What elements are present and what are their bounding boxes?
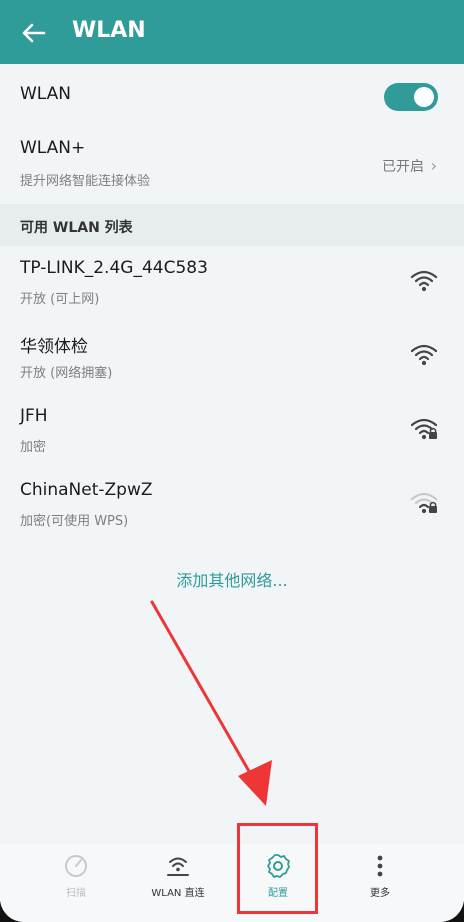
wlan-direct-label: WLAN 直连 xyxy=(151,888,205,899)
wlan-direct-icon xyxy=(167,857,189,876)
network-detail: 开放 (网络拥塞) xyxy=(20,366,113,381)
wlan-toggle-row[interactable]: WLAN xyxy=(0,64,464,128)
wifi-lock-icon xyxy=(410,418,438,440)
bottom-action-bar: 扫描 WLAN 直连 配置 更多 xyxy=(0,844,464,922)
network-row[interactable]: JFH 加密 xyxy=(0,394,464,468)
scan-icon xyxy=(65,855,87,877)
more-label: 更多 xyxy=(370,888,390,899)
network-detail: 加密(可使用 WPS) xyxy=(20,514,129,529)
network-name: ChinaNet-ZpwZ xyxy=(20,480,153,500)
wifi-signal-icon xyxy=(410,270,438,292)
settings-list: WLAN WLAN+ 提升网络智能连接体验 已开启 › 可用 WLAN 列表 T… xyxy=(0,64,464,590)
wlan-plus-title: WLAN+ xyxy=(20,138,86,158)
wifi-weak-lock-icon xyxy=(410,492,438,514)
wlan-toggle-switch[interactable] xyxy=(384,83,438,111)
network-row[interactable]: 华领体检 开放 (网络拥塞) xyxy=(0,320,464,394)
app-header: WLAN xyxy=(0,0,464,64)
wlan-toggle-label: WLAN xyxy=(20,84,72,104)
network-detail: 加密 xyxy=(20,440,47,455)
toggle-knob xyxy=(414,87,434,107)
network-row[interactable]: TP-LINK_2.4G_44C583 开放 (可上网) xyxy=(0,246,464,320)
network-name: TP-LINK_2.4G_44C583 xyxy=(20,258,208,278)
network-name: 华领体检 xyxy=(20,337,88,357)
available-networks-header: 可用 WLAN 列表 xyxy=(0,204,464,246)
more-vertical-icon xyxy=(377,855,383,877)
back-arrow-icon[interactable] xyxy=(18,18,48,48)
wlan-plus-subtitle: 提升网络智能连接体验 xyxy=(20,174,151,189)
screen: WLAN WLAN WLAN+ 提升网络智能连接体验 已开启 › 可用 WLAN… xyxy=(0,0,464,922)
section-label: 可用 WLAN 列表 xyxy=(20,220,133,236)
network-name: JFH xyxy=(20,406,48,426)
annotation-highlight-box xyxy=(237,823,318,914)
scan-label: 扫描 xyxy=(66,888,86,899)
add-other-network-link[interactable]: 添加其他网络... xyxy=(0,567,464,591)
chevron-right-icon: › xyxy=(430,156,437,175)
page-title: WLAN xyxy=(72,18,146,43)
network-detail: 开放 (可上网) xyxy=(20,292,100,307)
wifi-signal-icon xyxy=(410,344,438,366)
wlan-plus-status: 已开启 xyxy=(382,159,424,175)
network-row[interactable]: ChinaNet-ZpwZ 加密(可使用 WPS) xyxy=(0,468,464,542)
